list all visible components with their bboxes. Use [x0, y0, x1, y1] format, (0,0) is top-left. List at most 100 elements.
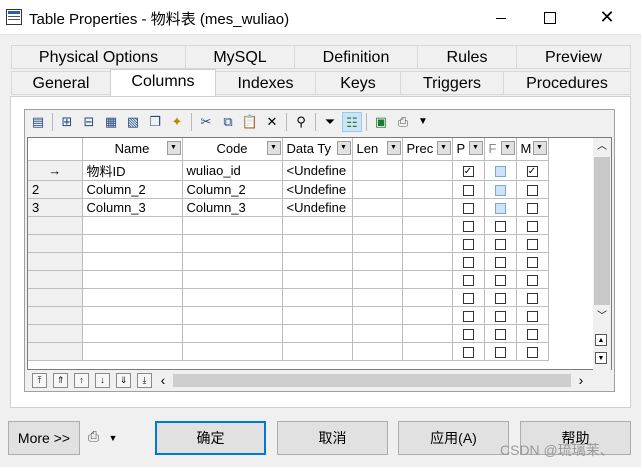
- cell-foreign[interactable]: [484, 288, 517, 307]
- cell-length[interactable]: [352, 160, 403, 181]
- insert-row-icon[interactable]: ⊞: [57, 112, 77, 132]
- foreign-checkbox[interactable]: [494, 256, 506, 268]
- cell-precision[interactable]: [402, 216, 453, 235]
- table-row[interactable]: [28, 342, 549, 361]
- tab-preview[interactable]: Preview: [516, 45, 631, 69]
- cell-data-type[interactable]: [282, 216, 353, 235]
- ok-button[interactable]: 确定: [155, 421, 266, 455]
- foreign-checkbox[interactable]: [494, 220, 506, 232]
- primary-checkbox[interactable]: [462, 165, 474, 177]
- cell-data-type[interactable]: [282, 324, 353, 343]
- tab-rules[interactable]: Rules: [417, 45, 517, 69]
- horizontal-scroll-thumb[interactable]: [173, 374, 571, 387]
- cell-precision[interactable]: [402, 306, 453, 325]
- cell-code[interactable]: [182, 252, 283, 271]
- cell-name[interactable]: [82, 270, 183, 289]
- move-page-up-icon[interactable]: ⇑: [53, 373, 68, 388]
- mandatory-checkbox[interactable]: [526, 238, 538, 250]
- foreign-checkbox[interactable]: [494, 238, 506, 250]
- close-button[interactable]: ✕: [584, 0, 630, 34]
- cell-primary[interactable]: [452, 252, 485, 271]
- cell-name[interactable]: [82, 252, 183, 271]
- mandatory-checkbox[interactable]: [526, 202, 538, 214]
- tab-triggers[interactable]: Triggers: [400, 71, 504, 95]
- cell-foreign[interactable]: [484, 234, 517, 253]
- cell-length[interactable]: [352, 306, 403, 325]
- dropdown-icon[interactable]: ▼: [436, 141, 451, 155]
- horizontal-scrollbar[interactable]: ‹ ›: [155, 371, 591, 390]
- cell-precision[interactable]: [402, 288, 453, 307]
- cell-data-type[interactable]: [282, 288, 353, 307]
- customize-columns-icon[interactable]: ☷: [342, 112, 362, 132]
- header-mandatory[interactable]: M ▼: [516, 138, 549, 161]
- cell-name[interactable]: Column_2: [82, 180, 183, 199]
- dropdown-icon[interactable]: ▼: [336, 141, 351, 155]
- cell-foreign[interactable]: [484, 342, 517, 361]
- cell-foreign[interactable]: [484, 324, 517, 343]
- primary-checkbox[interactable]: [462, 238, 474, 250]
- primary-checkbox[interactable]: [462, 274, 474, 286]
- mandatory-checkbox[interactable]: [526, 256, 538, 268]
- maximize-button[interactable]: [527, 0, 573, 34]
- primary-checkbox[interactable]: [462, 292, 474, 304]
- foreign-checkbox[interactable]: [494, 310, 506, 322]
- cell-code[interactable]: [182, 306, 283, 325]
- cell-data-type[interactable]: <Undefine: [282, 198, 353, 217]
- cell-precision[interactable]: [402, 180, 453, 199]
- row-header[interactable]: [28, 342, 83, 361]
- cell-precision[interactable]: [402, 252, 453, 271]
- cell-length[interactable]: [352, 198, 403, 217]
- cell-code[interactable]: wuliao_id: [182, 160, 283, 181]
- cell-primary[interactable]: [452, 160, 485, 181]
- cell-name[interactable]: [82, 306, 183, 325]
- delete-icon[interactable]: ✕: [262, 112, 282, 132]
- wizard-icon[interactable]: ✦: [167, 112, 187, 132]
- cell-primary[interactable]: [452, 198, 485, 217]
- cell-mandatory[interactable]: [516, 198, 549, 217]
- row-header[interactable]: [28, 288, 83, 307]
- cell-foreign[interactable]: [484, 306, 517, 325]
- move-top-icon[interactable]: ⤒: [32, 373, 47, 388]
- table-row[interactable]: → 物料ID wuliao_id <Undefine: [28, 160, 549, 181]
- table-row[interactable]: 2 Column_2 Column_2 <Undefine: [28, 180, 549, 199]
- cell-mandatory[interactable]: [516, 324, 549, 343]
- cell-mandatory[interactable]: [516, 160, 549, 181]
- cell-foreign[interactable]: [484, 252, 517, 271]
- filter-icon[interactable]: ⏷: [320, 112, 340, 132]
- tab-columns[interactable]: Columns: [110, 69, 216, 96]
- cell-length[interactable]: [352, 270, 403, 289]
- cell-precision[interactable]: [402, 160, 453, 181]
- cell-data-type[interactable]: [282, 270, 353, 289]
- cell-primary[interactable]: [452, 306, 485, 325]
- cell-length[interactable]: [352, 180, 403, 199]
- row-header[interactable]: [28, 252, 83, 271]
- row-header[interactable]: [28, 324, 83, 343]
- cell-length[interactable]: [352, 216, 403, 235]
- scroll-up-icon[interactable]: ︿: [593, 138, 611, 156]
- header-data-type[interactable]: Data Ty ▼: [282, 138, 353, 161]
- cancel-button[interactable]: 取消: [277, 421, 388, 455]
- primary-checkbox[interactable]: [462, 310, 474, 322]
- cell-primary[interactable]: [452, 342, 485, 361]
- cut-icon[interactable]: ✂: [196, 112, 216, 132]
- mandatory-checkbox[interactable]: [526, 292, 538, 304]
- table-row[interactable]: [28, 252, 549, 271]
- cell-foreign[interactable]: [484, 160, 517, 181]
- foreign-checkbox[interactable]: [494, 202, 506, 214]
- table-row[interactable]: [28, 216, 549, 235]
- print-icon[interactable]: ⎙: [393, 112, 413, 132]
- primary-checkbox[interactable]: [462, 328, 474, 340]
- cell-length[interactable]: [352, 252, 403, 271]
- cell-length[interactable]: [352, 342, 403, 361]
- cell-mandatory[interactable]: [516, 306, 549, 325]
- cell-mandatory[interactable]: [516, 288, 549, 307]
- cell-primary[interactable]: [452, 288, 485, 307]
- tab-definition[interactable]: Definition: [294, 45, 418, 69]
- mandatory-checkbox[interactable]: [526, 328, 538, 340]
- scroll-thumb[interactable]: [594, 157, 610, 305]
- header-name[interactable]: Name ▼: [82, 138, 183, 161]
- cell-name[interactable]: [82, 234, 183, 253]
- cell-length[interactable]: [352, 288, 403, 307]
- header-length[interactable]: Len ▼: [352, 138, 403, 161]
- primary-checkbox[interactable]: [462, 346, 474, 358]
